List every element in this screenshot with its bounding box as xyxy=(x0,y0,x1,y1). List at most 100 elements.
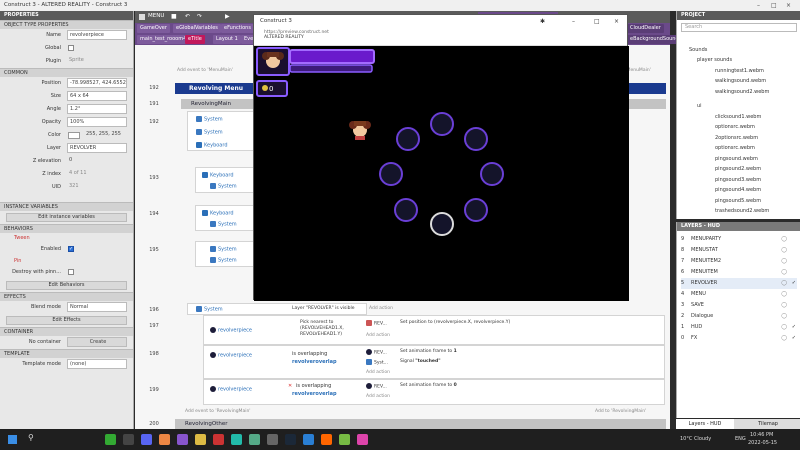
steam-icon[interactable] xyxy=(285,434,296,445)
windows-start-icon[interactable] xyxy=(8,435,17,444)
sound-file[interactable]: walkingsound2.webm xyxy=(715,89,769,95)
tab-main-test-rooom4[interactable]: main_test_rooom4 xyxy=(137,35,190,44)
sound-file[interactable]: pingsound5.webm xyxy=(715,198,761,204)
layer-row[interactable]: 8 MENUSTAT ◯ xyxy=(681,245,797,256)
undo-icon[interactable]: ↶ xyxy=(185,13,190,20)
create-container-button[interactable]: Create xyxy=(67,337,127,347)
angle-input[interactable]: 1.2° xyxy=(67,104,127,114)
edit-effects-button[interactable]: Edit Effects xyxy=(6,316,127,325)
blend-mode-select[interactable]: Normal xyxy=(67,302,127,312)
app-icon[interactable] xyxy=(321,434,332,445)
layer-row[interactable]: 9 MENUPARTY ◯ xyxy=(681,234,797,245)
extensions-icon[interactable]: ✱ xyxy=(540,15,545,28)
layer-row[interactable]: 3 SAVE ◯ xyxy=(681,300,797,311)
lock-icon[interactable]: ◯ xyxy=(781,234,787,245)
edit-behaviors-button[interactable]: Edit Behaviors xyxy=(6,281,127,290)
sound-file[interactable]: pingsound4.webm xyxy=(715,187,761,193)
color-swatch[interactable] xyxy=(68,132,80,139)
clock-time[interactable]: 10:46 PM xyxy=(750,432,773,438)
tab-clouddealer[interactable]: CloudDealer xyxy=(627,24,664,33)
event-196[interactable]: System Layer "REVOLVER" is visible xyxy=(187,303,367,315)
search-icon[interactable]: ⚲ xyxy=(28,433,34,442)
position-input[interactable]: -78.998527, 424.6552 xyxy=(67,78,127,88)
layer-row[interactable]: 6 MENUITEM ◯ xyxy=(681,267,797,278)
folder-sounds[interactable]: Sounds xyxy=(689,47,707,53)
visible-check-icon[interactable]: ✓ xyxy=(792,322,796,333)
global-checkbox[interactable] xyxy=(68,45,74,51)
edit-instance-vars-button[interactable]: Edit instance variables xyxy=(6,213,127,222)
preview-maximize-icon[interactable]: □ xyxy=(594,15,600,28)
sound-file[interactable]: optionsrc.webm xyxy=(715,145,755,151)
maximize-icon[interactable]: □ xyxy=(771,0,777,11)
lock-icon[interactable]: ◯ xyxy=(781,333,787,344)
sound-file[interactable]: 2optionsrc.webm xyxy=(715,135,758,141)
lock-icon[interactable]: ◯ xyxy=(781,256,787,267)
tab-efunctions[interactable]: eFunctions xyxy=(221,24,254,33)
layer-row-selected[interactable]: 5 REVOLVER ◯ ✓ xyxy=(681,278,797,289)
layer-row[interactable]: 4 MENU ◯ xyxy=(681,289,797,300)
app-icon[interactable] xyxy=(357,434,368,445)
tab-layers-hud[interactable]: Layers - HUD xyxy=(676,419,734,429)
lock-icon[interactable]: ◯ xyxy=(781,278,787,289)
lock-icon[interactable]: ◯ xyxy=(781,245,787,256)
app-icon[interactable] xyxy=(105,434,116,445)
add-action-197[interactable]: Add action xyxy=(366,333,390,338)
template-mode-select[interactable]: (none) xyxy=(67,359,127,369)
visible-check-icon[interactable]: ✓ xyxy=(792,333,796,344)
menu-button[interactable]: MENU xyxy=(148,13,164,19)
tab-gameover[interactable]: GameOver xyxy=(137,24,170,33)
app-icon[interactable] xyxy=(339,434,350,445)
add-event-link[interactable]: Add event to 'MenuMain' xyxy=(177,68,233,73)
app-icon[interactable] xyxy=(213,434,224,445)
app-icon[interactable] xyxy=(195,434,206,445)
lock-icon[interactable]: ◯ xyxy=(781,322,787,333)
app-icon[interactable] xyxy=(141,434,152,445)
add-action-196[interactable]: Add action xyxy=(369,306,393,311)
tab-eglobalvariables[interactable]: eGlobalVariables xyxy=(173,24,221,33)
layer-row[interactable]: 7 MENUITEM2 ◯ xyxy=(681,256,797,267)
lock-icon[interactable]: ◯ xyxy=(781,311,787,322)
preview-minimize-icon[interactable]: – xyxy=(572,15,575,28)
opacity-input[interactable]: 100% xyxy=(67,117,127,127)
app-icon[interactable] xyxy=(123,434,134,445)
event-199[interactable]: revolverpiece ✕ is overlapping revolvero… xyxy=(203,379,665,405)
add-event-bottom-link[interactable]: Add event to 'RevolvingMain' xyxy=(185,409,251,414)
name-input[interactable]: revolverpiece xyxy=(67,30,127,40)
visible-check-icon[interactable]: ✓ xyxy=(792,278,796,289)
layer-select[interactable]: REVOLVER xyxy=(67,143,127,153)
behaviors-section[interactable]: BEHAVIORS xyxy=(0,224,133,233)
project-search-input[interactable]: Search xyxy=(681,23,797,32)
tab-tilemap[interactable]: Tilemap xyxy=(738,419,798,429)
enabled-checkbox[interactable]: ✓ xyxy=(68,246,74,252)
app-icon[interactable] xyxy=(159,434,170,445)
app-icon[interactable] xyxy=(267,434,278,445)
lock-icon[interactable]: ◯ xyxy=(781,289,787,300)
app-icon[interactable] xyxy=(249,434,260,445)
close-icon[interactable]: × xyxy=(786,0,791,11)
folder-ui[interactable]: ui xyxy=(697,103,702,109)
tab-layout-1[interactable]: Layout 1 xyxy=(213,35,241,44)
add-action-199[interactable]: Add action xyxy=(366,394,390,399)
sound-file[interactable]: runningtest1.webm xyxy=(715,68,764,74)
game-canvas[interactable]: 0 xyxy=(254,46,629,301)
group-revolvingother[interactable]: RevolvingOther xyxy=(175,419,666,429)
app-icon[interactable] xyxy=(231,434,242,445)
common-section[interactable]: COMMON xyxy=(0,68,133,77)
lock-icon[interactable]: ◯ xyxy=(781,300,787,311)
tab-etitle[interactable]: eTitle xyxy=(185,35,205,44)
sound-file[interactable]: walkingsound.webm xyxy=(715,78,766,84)
object-type-section[interactable]: OBJECT TYPE PROPERTIES xyxy=(0,20,133,29)
add-action-198[interactable]: Add action xyxy=(366,370,390,375)
destroy-pinned-checkbox[interactable] xyxy=(68,269,74,275)
layer-row[interactable]: 0 FX ◯ ✓ xyxy=(681,333,797,344)
clock-date[interactable]: 2022-05-15 xyxy=(748,440,777,446)
play-icon[interactable]: ▶ xyxy=(225,13,230,20)
layer-row[interactable]: 2 Dialogue ◯ xyxy=(681,311,797,322)
template-section[interactable]: TEMPLATE xyxy=(0,349,133,358)
add-event-bottom-right-link[interactable]: Add to 'RevolvingMain' xyxy=(595,409,646,414)
sound-file[interactable]: pingsound.webm xyxy=(715,156,758,162)
app-icon[interactable] xyxy=(177,434,188,445)
save-icon[interactable]: ■ xyxy=(171,13,177,20)
menu-icon[interactable] xyxy=(139,14,145,20)
size-input[interactable]: 64 x 64 xyxy=(67,91,127,101)
